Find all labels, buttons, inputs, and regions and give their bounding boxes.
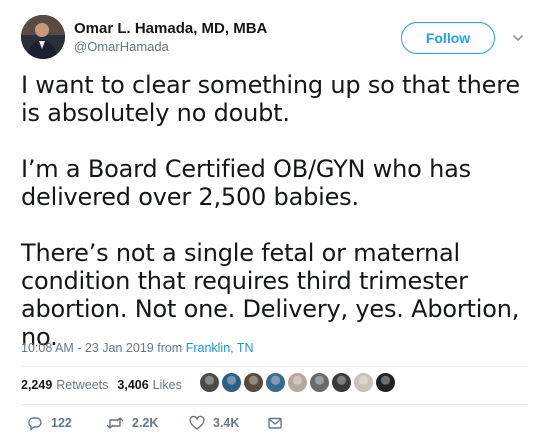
divider [21, 404, 528, 405]
retweet-icon [106, 415, 124, 431]
tweet-timestamp[interactable]: 10:08 AM - 23 Jan 2019 [21, 341, 154, 355]
liker-avatar[interactable] [331, 372, 352, 393]
location-link[interactable]: Franklin, TN [186, 341, 254, 355]
liker-avatar[interactable] [199, 372, 220, 393]
heart-icon [189, 415, 205, 431]
reply-count: 122 [51, 416, 72, 430]
tweet-stats: 2,249 Retweets 3,406 Likes [21, 370, 191, 400]
liker-avatar[interactable] [287, 372, 308, 393]
tweet-actions: 122 2.2K 3.4K [27, 415, 283, 431]
tweet-paragraph: I’m a Board Certified OB/GYN who has del… [21, 155, 471, 211]
author-display-name[interactable]: Omar L. Hamada, MD, MBA [74, 19, 267, 38]
liker-avatars [199, 372, 397, 393]
envelope-icon [267, 415, 283, 431]
liker-avatar[interactable] [265, 372, 286, 393]
chevron-down-icon[interactable] [511, 31, 525, 45]
reply-button[interactable]: 122 [27, 415, 106, 431]
from-label: from [157, 341, 183, 355]
tweet-meta: 10:08 AM - 23 Jan 2019 from Franklin, TN [21, 340, 254, 356]
tweet-paragraph: There’s not a single fetal or maternal c… [21, 239, 520, 351]
follow-button[interactable]: Follow [401, 22, 495, 54]
author-handle[interactable]: @OmarHamada [74, 38, 267, 56]
liker-avatar[interactable] [375, 372, 396, 393]
divider [21, 366, 528, 367]
retweets-count[interactable]: 2,249 [21, 378, 52, 392]
liker-avatar[interactable] [309, 372, 330, 393]
retweet-count: 2.2K [132, 416, 159, 430]
like-button[interactable]: 3.4K [189, 415, 267, 431]
retweet-button[interactable]: 2.2K [106, 415, 189, 431]
tweet-paragraph: I want to clear something up so that the… [21, 71, 520, 127]
direct-message-button[interactable] [267, 415, 283, 431]
tweet-card: Omar L. Hamada, MD, MBA @OmarHamada Foll… [0, 0, 548, 447]
liker-avatar[interactable] [243, 372, 264, 393]
liker-avatar[interactable] [353, 372, 374, 393]
tweet-text: I want to clear something up so that the… [21, 71, 536, 351]
author-names: Omar L. Hamada, MD, MBA @OmarHamada [74, 19, 267, 56]
liker-avatar[interactable] [221, 372, 242, 393]
avatar[interactable] [21, 15, 65, 59]
likes-count[interactable]: 3,406 [117, 378, 148, 392]
like-count: 3.4K [213, 416, 240, 430]
likes-label[interactable]: Likes [153, 378, 182, 392]
retweets-label[interactable]: Retweets [56, 378, 108, 392]
reply-icon [27, 415, 43, 431]
